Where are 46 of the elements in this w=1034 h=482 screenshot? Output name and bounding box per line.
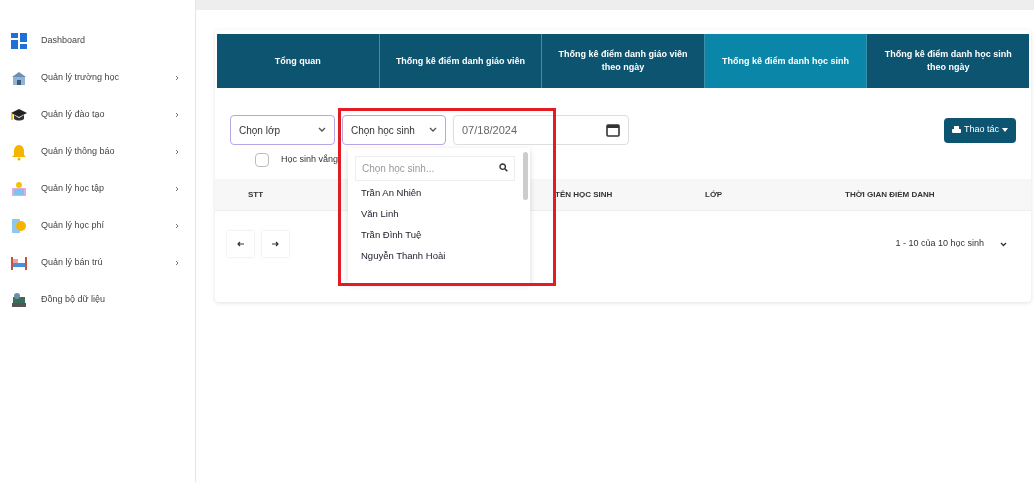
student-search-field[interactable]: Chọn học sinh...: [355, 156, 515, 181]
chevron-right-icon: [175, 111, 179, 118]
student-option[interactable]: Trần An Nhiên: [361, 182, 530, 203]
bell-icon: [10, 142, 28, 161]
pagination-summary: 1 - 10 của 10 học sinh: [895, 237, 984, 251]
sidebar-item[interactable]: Dashboard: [0, 22, 195, 59]
sidebar-item[interactable]: Đồng bộ dữ liệu: [0, 281, 195, 318]
sidebar-item[interactable]: Quản lý đào tạo: [0, 96, 195, 133]
student-option[interactable]: Văn Linh: [361, 203, 530, 224]
chevron-right-icon: [175, 74, 179, 81]
sidebar-item[interactable]: Quản lý bán trú: [0, 244, 195, 281]
arrow-left-icon: [237, 241, 244, 247]
absent-label: Học sinh vắng: [281, 153, 339, 167]
tab[interactable]: Thống kê điểm danh học sinh: [703, 34, 867, 88]
computer-icon: [10, 290, 28, 309]
actions-button[interactable]: Thao tác: [943, 117, 1016, 143]
column-header: LỚP: [705, 189, 723, 199]
caret-icon: [1002, 128, 1008, 132]
chevron-right-icon: [175, 148, 179, 155]
calendar-icon: [606, 123, 620, 137]
search-icon: [499, 163, 508, 172]
column-header: STT: [248, 189, 264, 199]
column-header: TÊN HỌC SINH: [555, 189, 613, 199]
chevron-right-icon: [175, 185, 179, 192]
student-option[interactable]: Nguyễn Thanh Hoài: [361, 245, 530, 266]
arrow-right-icon: [272, 241, 279, 247]
sidebar-item[interactable]: Quản lý trường học: [0, 59, 195, 96]
chevron-down-icon[interactable]: [1000, 241, 1007, 247]
class-select[interactable]: Chọn lớp: [230, 115, 335, 145]
date-field[interactable]: 07/18/2024: [453, 115, 629, 145]
scrollbar[interactable]: [523, 152, 528, 200]
chevron-right-icon: [175, 259, 179, 266]
chevron-down-icon: [318, 127, 326, 133]
student-option[interactable]: Trần Đình Tuệ: [361, 224, 530, 245]
dashboard-icon: [10, 31, 28, 50]
document-coin-icon: [10, 216, 28, 235]
book-lightbulb-icon: [10, 179, 28, 198]
sidebar-item[interactable]: Quản lý thông báo: [0, 133, 195, 170]
sidebar-item[interactable]: Quản lý học phí: [0, 207, 195, 244]
sidebar-item[interactable]: Quản lý học tập: [0, 170, 195, 207]
column-header: THỜI GIAN ĐIỂM DANH: [845, 189, 935, 199]
student-select[interactable]: Chọn học sinh: [342, 115, 446, 145]
absent-checkbox[interactable]: [255, 153, 269, 167]
chevron-down-icon: [429, 127, 437, 133]
printer-icon: [951, 126, 961, 134]
chevron-right-icon: [175, 222, 179, 229]
